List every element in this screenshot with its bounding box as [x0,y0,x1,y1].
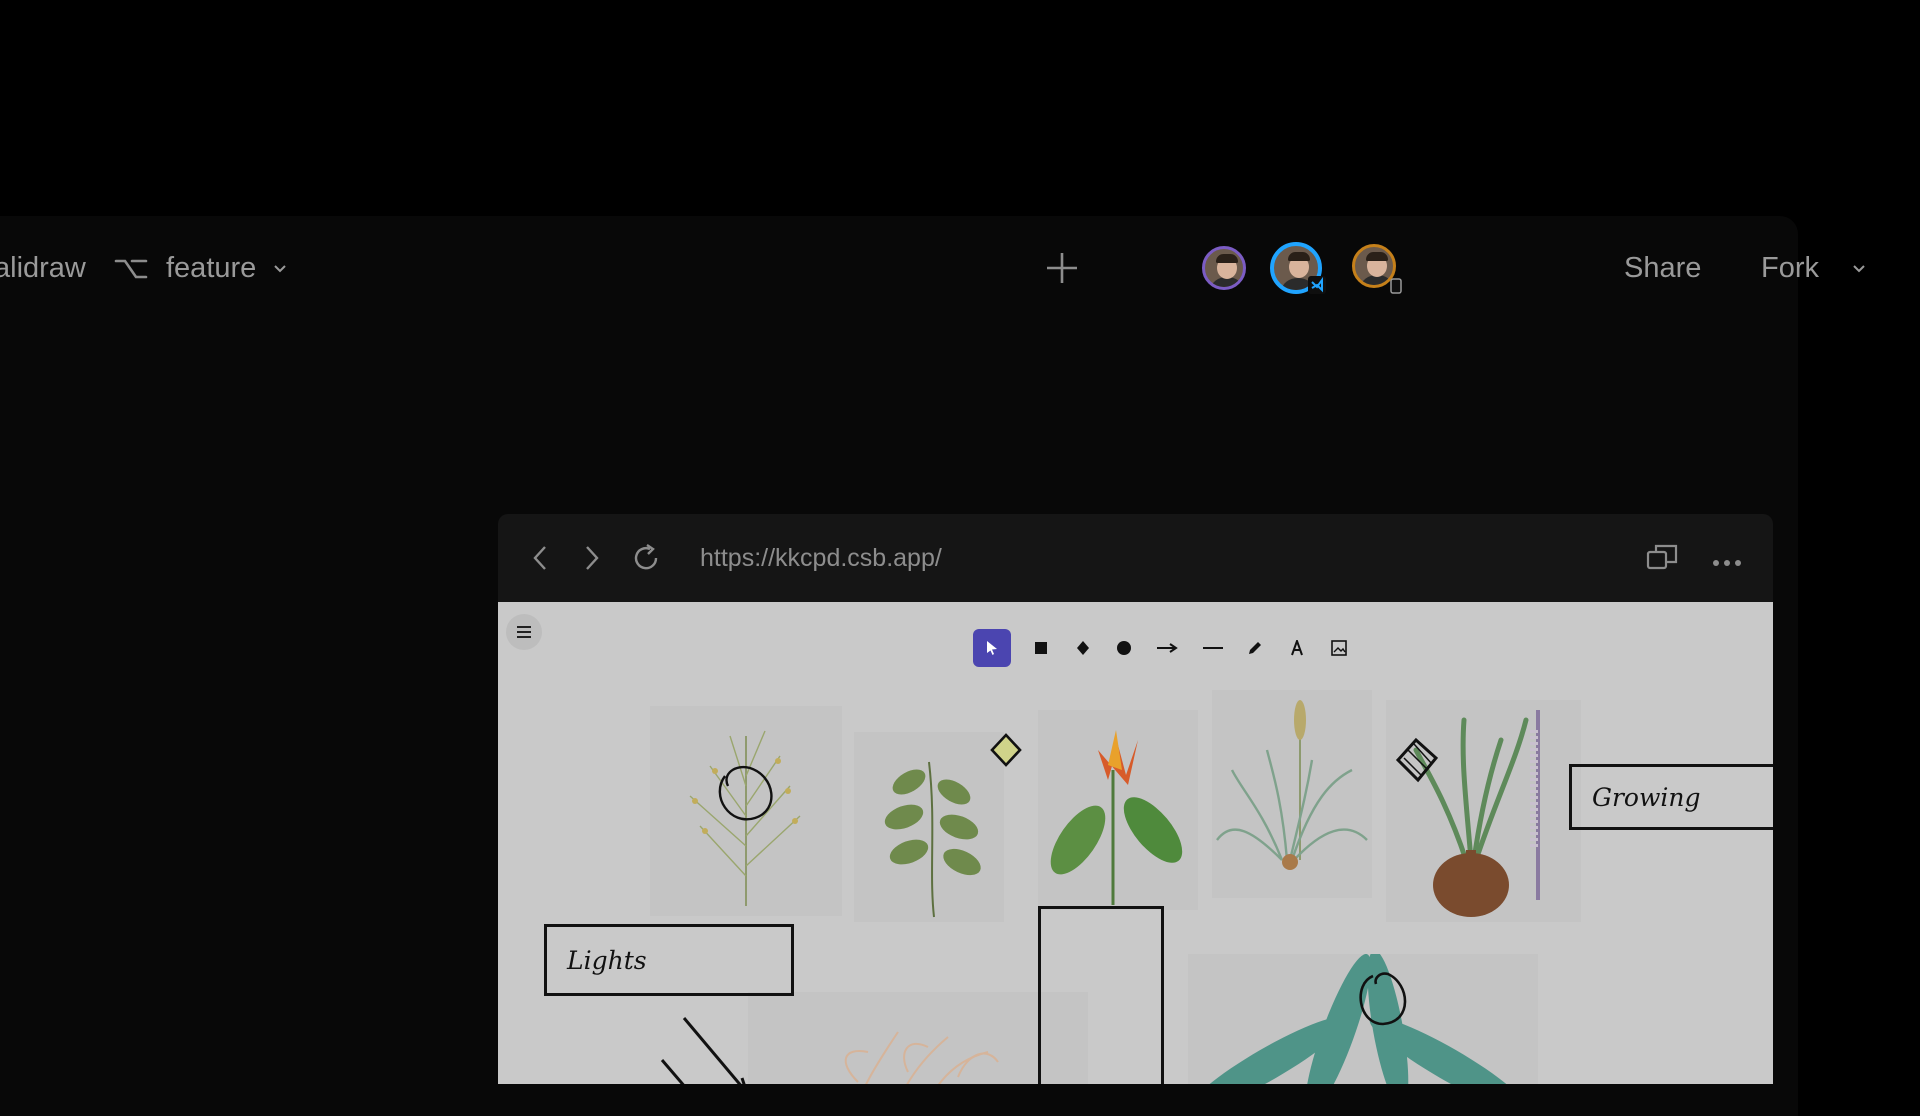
selection-tool-icon[interactable] [973,629,1011,667]
plant-illustration-lily[interactable] [748,992,1088,1084]
growing-label-box[interactable]: Growing [1569,764,1773,830]
device-icon [1390,278,1402,299]
fork-button[interactable]: Fork [1761,252,1819,285]
menu-icon[interactable] [506,614,542,650]
arrow-tool-icon[interactable] [1148,629,1186,667]
plant-illustration-bulb[interactable] [1386,700,1581,922]
plant-illustration-solomon-seal[interactable] [854,732,1004,922]
open-new-window-icon[interactable] [1646,542,1678,577]
chevron-down-icon[interactable] [272,262,288,281]
growing-label-text: Growing [1592,782,1701,812]
line-tool-icon[interactable] [1194,629,1232,667]
share-button[interactable]: Share [1624,252,1701,285]
plant-illustration-heliconia[interactable] [1038,710,1198,910]
preview-url-bar: https://kkcpd.csb.app/ [498,514,1773,602]
ellipse-tool-icon[interactable] [1105,629,1143,667]
text-tool-icon[interactable] [1278,629,1316,667]
forward-icon[interactable] [580,544,602,577]
branch-name[interactable]: feature [166,252,256,285]
plant-illustration-spider-plant[interactable] [1212,690,1372,898]
diamond-shape[interactable] [988,732,1024,768]
more-options-icon[interactable] [1712,554,1742,572]
vscode-icon [1308,276,1326,299]
collaborator-avatar-1[interactable] [1202,246,1246,290]
preview-browser: https://kkcpd.csb.app/ Lights Growing [498,514,1773,1084]
arrow-shape[interactable] [658,1012,758,1084]
drawing-canvas[interactable]: Lights Growing [498,602,1773,1084]
plant-illustration-asparagus[interactable] [650,706,842,916]
image-tool-icon[interactable] [1320,629,1358,667]
lights-label-text: Lights [567,945,647,975]
back-icon[interactable] [530,544,552,577]
diamond-tool-icon[interactable] [1064,629,1102,667]
add-tab-icon[interactable] [1044,250,1080,291]
pencil-tool-icon[interactable] [1236,629,1274,667]
project-name[interactable]: alidraw [0,252,86,285]
fork-options-chevron-icon[interactable] [1851,262,1867,281]
preview-url[interactable]: https://kkcpd.csb.app/ [700,544,942,573]
rectangle-tool-icon[interactable] [1022,629,1060,667]
rectangle-shape[interactable] [1038,906,1164,1084]
branch-icon [114,254,148,289]
lights-label-box[interactable]: Lights [544,924,794,996]
reload-icon[interactable] [630,542,662,579]
plant-illustration-palm[interactable] [1188,950,1538,1084]
